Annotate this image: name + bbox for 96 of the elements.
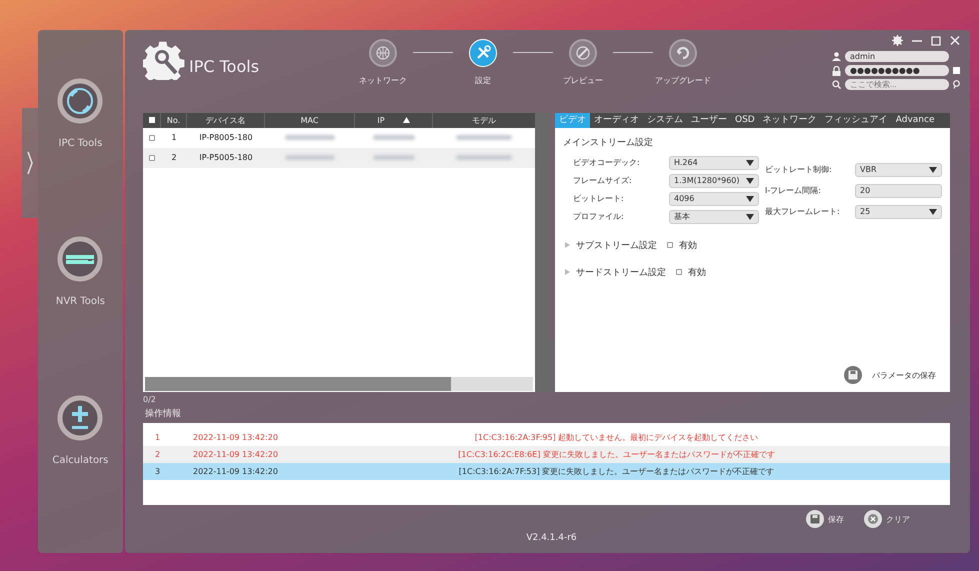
column-header[interactable]: No. — [161, 112, 187, 128]
field-label: プロファイル: — [573, 211, 625, 222]
step-tab[interactable]: 設定 — [453, 39, 513, 86]
caret-icon[interactable] — [746, 160, 754, 166]
sidebar-label[interactable]: Calculators — [52, 454, 108, 466]
settings-tab[interactable]: Advance — [892, 112, 938, 128]
caret-icon[interactable] — [929, 166, 937, 173]
caret-icon[interactable] — [746, 178, 754, 184]
input-field[interactable]: 20 — [855, 184, 942, 198]
gear-magnifier-icon — [143, 40, 187, 80]
clear-button[interactable]: クリア — [864, 510, 910, 528]
enable-checkbox[interactable] — [667, 242, 673, 248]
settings-tab[interactable]: ネットワーク — [758, 112, 821, 128]
step-tab[interactable]: プレビュー — [553, 39, 613, 86]
caret-icon[interactable] — [746, 196, 754, 202]
dropdown[interactable]: VBR — [855, 162, 942, 177]
log-row[interactable]: 1 2022-11-09 13:42:20 [1C:C3:16:2A:3F:95] 起動していません。最初にデバイスを起動してください — [143, 429, 950, 446]
floppy-disk-icon — [806, 510, 824, 528]
plus-minus-icon[interactable] — [57, 394, 104, 441]
enable-checkbox[interactable] — [676, 269, 682, 276]
caret-icon[interactable] — [929, 208, 937, 215]
globe-icon[interactable] — [369, 39, 397, 67]
dropdown[interactable]: 25 — [855, 204, 942, 219]
search-icon — [832, 80, 841, 89]
remember-checkbox[interactable] — [953, 67, 960, 74]
settings-tab[interactable]: ユーザー — [687, 112, 731, 128]
checkbox-label[interactable]: 有効 — [688, 266, 706, 279]
user-icon — [832, 52, 841, 61]
blurred-text — [456, 155, 512, 160]
table-cell: 2 — [171, 153, 177, 162]
password-field[interactable]: ●●●●●●●●●● — [845, 65, 949, 76]
log-row[interactable]: 2 2022-11-09 13:42:20 [1C:C3:16:2C:E8:6E] 変更に失敗しました。ユーザー名またはパスワードが不正確です — [143, 446, 950, 464]
column-header[interactable]: MAC — [265, 112, 355, 128]
blurred-text — [285, 155, 335, 160]
settings-icon[interactable] — [892, 35, 903, 46]
caret-icon[interactable] — [746, 214, 754, 220]
row-count: 0/2 — [143, 395, 157, 406]
recorder-icon[interactable] — [57, 236, 104, 282]
scrollbar[interactable] — [535, 112, 551, 392]
table-cell: IP-P8005-180 — [199, 133, 253, 142]
sidebar-label[interactable]: NVR Tools — [56, 296, 105, 308]
select-all-checkbox[interactable] — [148, 117, 154, 124]
dropdown[interactable]: H.264 — [669, 156, 759, 170]
step-tab[interactable]: アップグレード — [653, 39, 713, 86]
row-checkbox[interactable] — [149, 154, 155, 161]
settings-tab[interactable]: OSD — [731, 112, 759, 128]
pencil-circle-icon[interactable] — [569, 39, 597, 67]
field-label: 最大フレームレート: — [765, 206, 841, 218]
field-label: ビットレート: — [573, 193, 625, 204]
refresh-icon[interactable] — [669, 39, 697, 67]
blurred-text — [456, 135, 512, 140]
search-field[interactable]: ここで検索... — [845, 79, 949, 90]
app-title: IPC Tools — [189, 57, 260, 76]
table-cell: 1 — [171, 133, 177, 142]
log-row[interactable]: 3 2022-11-09 13:42:20 [1C:C3:16:2A:7F:53] 変更に失敗しました。ユーザー名またはパスワードが不正確です — [143, 463, 950, 480]
column-header[interactable]: デバイス名 — [187, 112, 265, 128]
scrollbar-thumb[interactable] — [145, 377, 451, 392]
maximize-icon[interactable] — [931, 35, 941, 46]
settings-tab[interactable]: フィッシュアイ — [820, 112, 892, 128]
version-label: V2.4.1.4-r6 — [526, 533, 577, 544]
table-cell: IP-P5005-180 — [199, 153, 253, 162]
stream-label: サブストリーム設定 — [576, 240, 657, 252]
dropdown[interactable]: 1.3M(1280*960) — [669, 174, 759, 188]
side-handle[interactable] — [22, 108, 38, 218]
username-field[interactable]: admin — [845, 51, 949, 62]
field-label: ビットレート制御: — [765, 164, 833, 176]
blurred-text — [372, 155, 416, 160]
blurred-text — [372, 135, 416, 140]
step-tab[interactable]: ネットワーク — [353, 39, 413, 86]
sort-up-icon[interactable] — [402, 117, 410, 124]
chevron-right-icon — [26, 151, 34, 175]
field-label: ビデオコーデック: — [573, 157, 641, 168]
stream-label: サードストリーム設定 — [576, 266, 666, 279]
row-checkbox[interactable] — [149, 134, 155, 141]
blurred-text — [285, 135, 335, 140]
dropdown[interactable]: 基本 — [669, 210, 759, 224]
sidebar-label[interactable]: IPC Tools — [58, 138, 102, 149]
column-header[interactable]: IP — [355, 112, 433, 128]
clear-icon — [864, 510, 882, 528]
field-label: フレームサイズ: — [573, 175, 633, 186]
section-title: 操作情報 — [145, 408, 182, 420]
ring-icon[interactable] — [57, 78, 104, 124]
wrench-screwdriver-icon[interactable] — [469, 39, 497, 67]
settings-tab[interactable]: システム — [643, 112, 687, 128]
close-icon[interactable] — [950, 35, 960, 46]
save-button[interactable]: 保存 — [806, 510, 844, 528]
dropdown[interactable]: 4096 — [669, 192, 759, 206]
checkbox-label[interactable]: 有効 — [679, 238, 697, 252]
field-label: I-フレーム間隔: — [765, 185, 822, 196]
search-go-icon[interactable] — [953, 80, 960, 89]
column-header[interactable]: モデル — [433, 112, 535, 128]
lock-icon — [832, 66, 841, 76]
section-title: メインストリーム設定 — [563, 136, 654, 149]
settings-tab[interactable]: オーディオ — [590, 112, 643, 128]
save-parameters-button[interactable]: パラメータの保存 — [844, 366, 942, 384]
floppy-disk-icon — [844, 366, 862, 384]
